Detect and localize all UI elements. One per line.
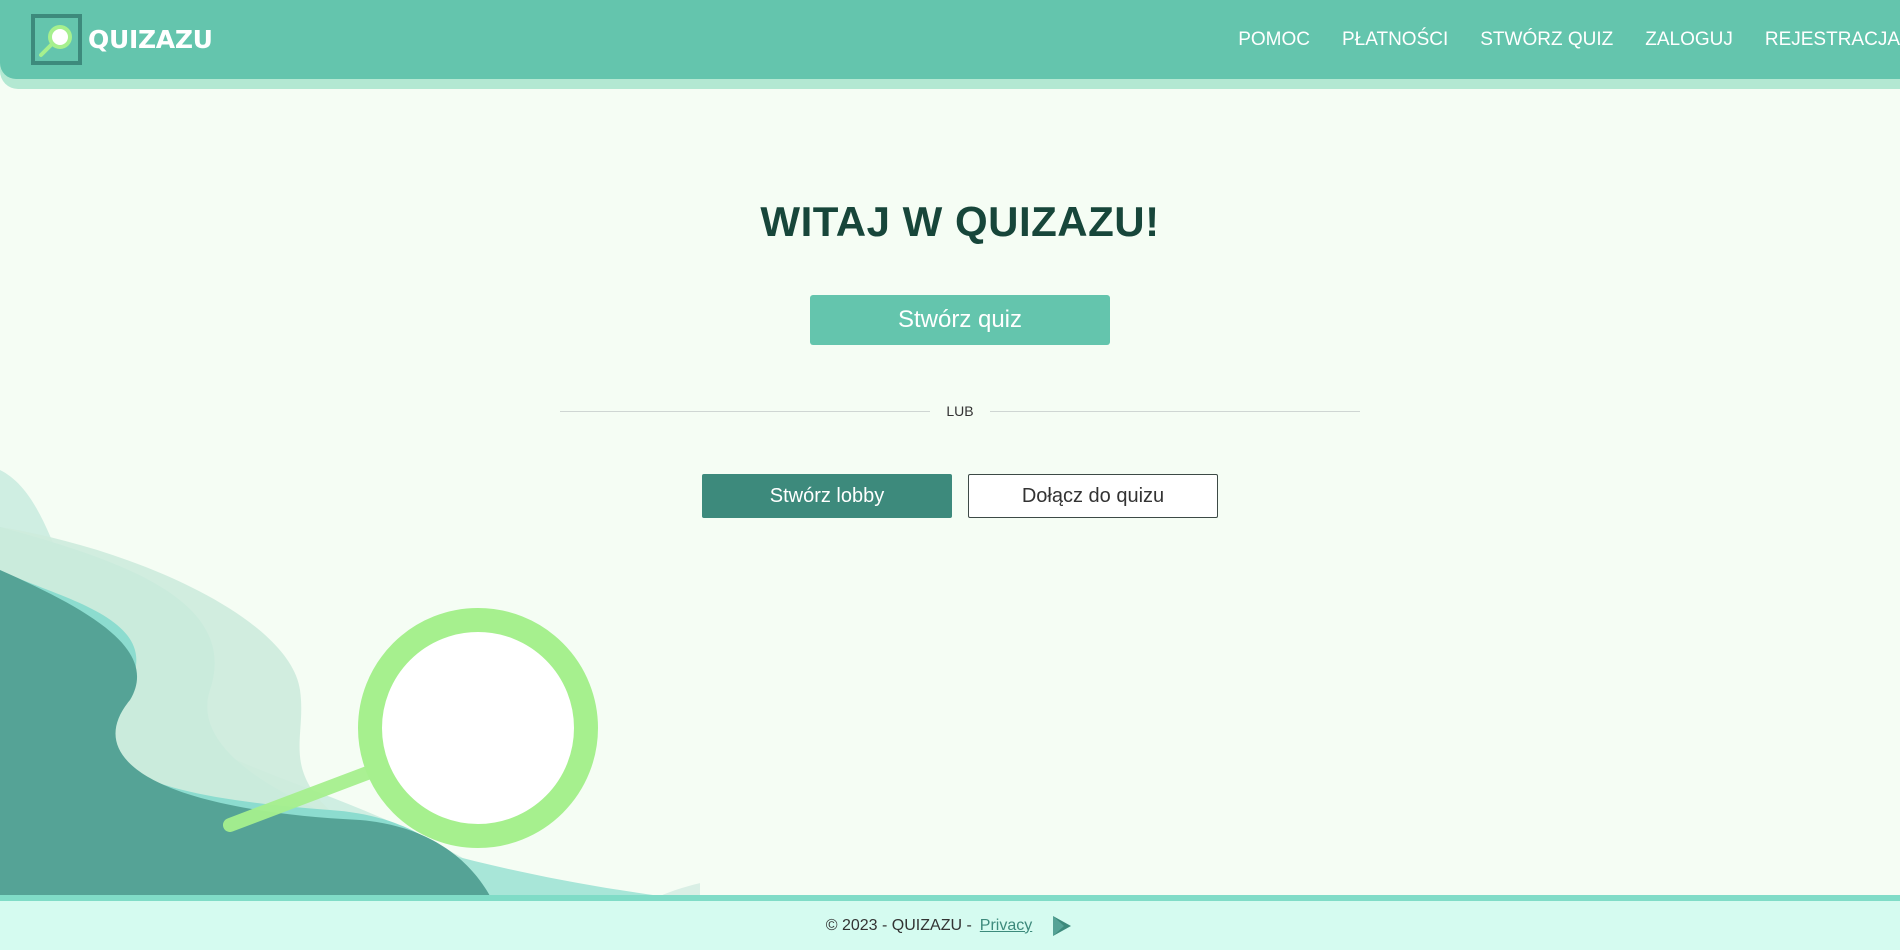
privacy-link[interactable]: Privacy (980, 917, 1032, 935)
page-title: WITAJ W QUIZAZU! (760, 198, 1160, 245)
or-divider: LUB (560, 400, 1361, 422)
magnifier-logo-icon (31, 13, 82, 65)
divider-line-left (560, 410, 931, 412)
footer: © 2023 - QUIZAZU - Privacy (0, 901, 1900, 950)
create-lobby-button[interactable]: Stwórz lobby (702, 474, 952, 518)
footer-copyright: © 2023 - QUIZAZU - (825, 916, 972, 934)
brand-link[interactable]: QUIZAZU (31, 13, 213, 65)
nav-item-login[interactable]: ZALOGUJ (1645, 29, 1733, 51)
divider-line-right (989, 410, 1361, 412)
nav-item-register[interactable]: REJESTRACJA (1765, 29, 1900, 51)
top-navbar: QUIZAZU POMOC PŁATNOŚCI STWÓRZ QUIZ ZALO… (0, 0, 1900, 89)
create-quiz-button[interactable]: Stwórz quiz (810, 295, 1110, 345)
nav-item-platnosci[interactable]: PŁATNOŚCI (1342, 29, 1448, 51)
main-nav: POMOC PŁATNOŚCI STWÓRZ QUIZ ZALOGUJ REJE… (1206, 0, 1900, 79)
decorative-waves-illustration (0, 470, 700, 896)
divider-label: LUB (946, 403, 974, 419)
nav-item-pomoc[interactable]: POMOC (1238, 29, 1310, 51)
join-quiz-button[interactable]: Dołącz do quizu (968, 474, 1218, 518)
nav-item-create-quiz[interactable]: STWÓRZ QUIZ (1480, 29, 1613, 51)
brand-name: QUIZAZU (88, 24, 213, 54)
play-store-icon[interactable] (1050, 914, 1074, 938)
